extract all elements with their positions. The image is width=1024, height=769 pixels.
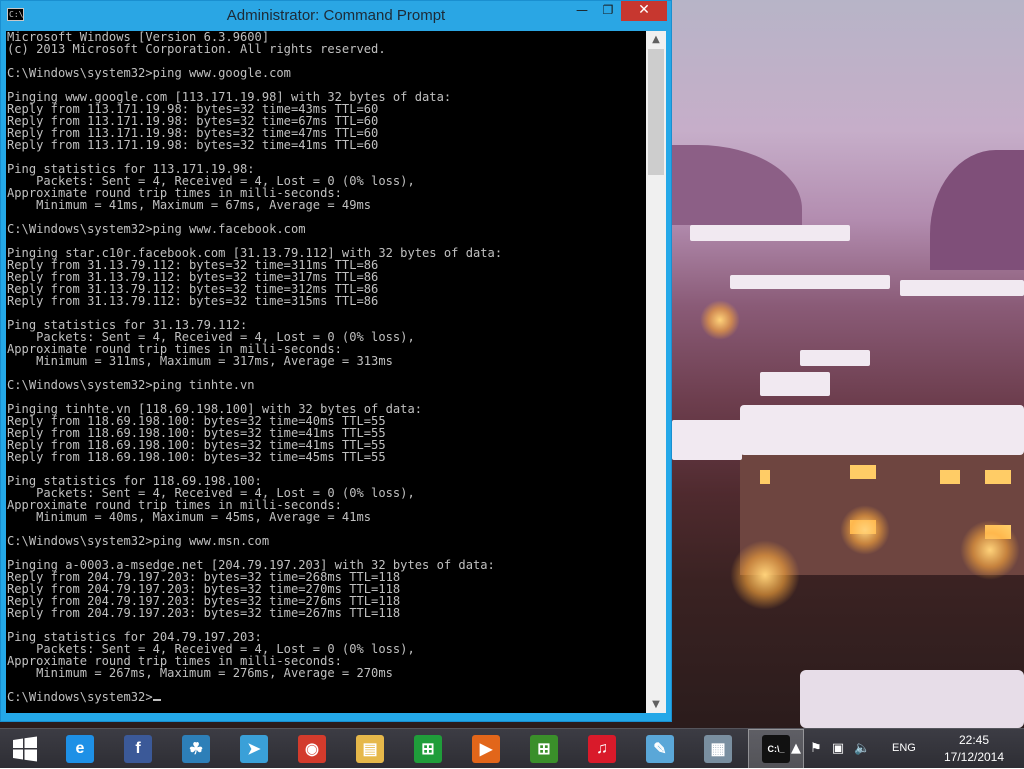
file-explorer-icon: ▤: [356, 735, 384, 763]
volume-icon[interactable]: 🔈: [854, 741, 870, 757]
taskbar-send[interactable]: ➤: [226, 729, 282, 769]
taskbar-file-explorer[interactable]: ▤: [342, 729, 398, 769]
chrome-icon: ◉: [298, 735, 326, 763]
system-tray: ▲ ⚑ ▣ 🔈 ENG 22:45 17/12/2014: [784, 729, 1024, 769]
network-icon[interactable]: ▣: [830, 741, 846, 757]
clock-time[interactable]: 22:45: [934, 733, 1014, 747]
taskbar-windows-xp[interactable]: ⊞: [516, 729, 572, 769]
windows-xp-icon: ⊞: [530, 735, 558, 763]
clock-date[interactable]: 17/12/2014: [934, 750, 1014, 764]
media-icon: ▶: [472, 735, 500, 763]
console-text: Microsoft Windows [Version 6.3.9600] (c)…: [7, 31, 503, 704]
maximize-button[interactable]: ❐: [595, 1, 621, 21]
itunes-icon: ♫: [588, 735, 616, 763]
facebook-icon: f: [124, 735, 152, 763]
vertical-scrollbar[interactable]: ▲ ▼: [646, 31, 666, 713]
notes-icon: ✎: [646, 735, 674, 763]
show-hidden-icons-icon[interactable]: ▲: [788, 741, 804, 757]
action-center-flag-icon[interactable]: ⚑: [808, 741, 824, 757]
close-button[interactable]: ✕: [621, 1, 667, 21]
taskbar-facebook[interactable]: f: [110, 729, 166, 769]
taskbar-resource-monitor[interactable]: ▦: [690, 729, 746, 769]
taskbar-people[interactable]: ☘: [168, 729, 224, 769]
taskbar: e f ☘ ➤ ◉ ▤ ⊞ ▶ ⊞ ♫ ✎ ▦ C:\_ ▲ ⚑ ▣ 🔈 ENG 22:45 17/12…: [0, 728, 1024, 769]
input-language[interactable]: ENG: [892, 742, 916, 754]
taskbar-notes[interactable]: ✎: [632, 729, 688, 769]
taskbar-chrome[interactable]: ◉: [284, 729, 340, 769]
scroll-down-arrow-icon[interactable]: ▼: [646, 696, 666, 713]
store-icon: ⊞: [414, 735, 442, 763]
scroll-up-arrow-icon[interactable]: ▲: [646, 31, 666, 48]
start-button[interactable]: [0, 729, 50, 769]
send-icon: ➤: [240, 735, 268, 763]
console-output[interactable]: Microsoft Windows [Version 6.3.9600] (c)…: [6, 31, 646, 713]
taskbar-itunes[interactable]: ♫: [574, 729, 630, 769]
minimize-button[interactable]: —: [569, 1, 595, 21]
scroll-thumb[interactable]: [648, 49, 664, 175]
title-bar[interactable]: C:\ Administrator: Command Prompt — ❐ ✕: [1, 1, 671, 31]
resource-monitor-icon: ▦: [704, 735, 732, 763]
taskbar-internet-explorer[interactable]: e: [52, 729, 108, 769]
internet-explorer-icon: e: [66, 735, 94, 763]
taskbar-media[interactable]: ▶: [458, 729, 514, 769]
people-icon: ☘: [182, 735, 210, 763]
command-prompt-window[interactable]: C:\ Administrator: Command Prompt — ❐ ✕ …: [0, 0, 672, 722]
windows-start-icon: [13, 736, 37, 762]
taskbar-store[interactable]: ⊞: [400, 729, 456, 769]
text-cursor: [152, 699, 161, 701]
